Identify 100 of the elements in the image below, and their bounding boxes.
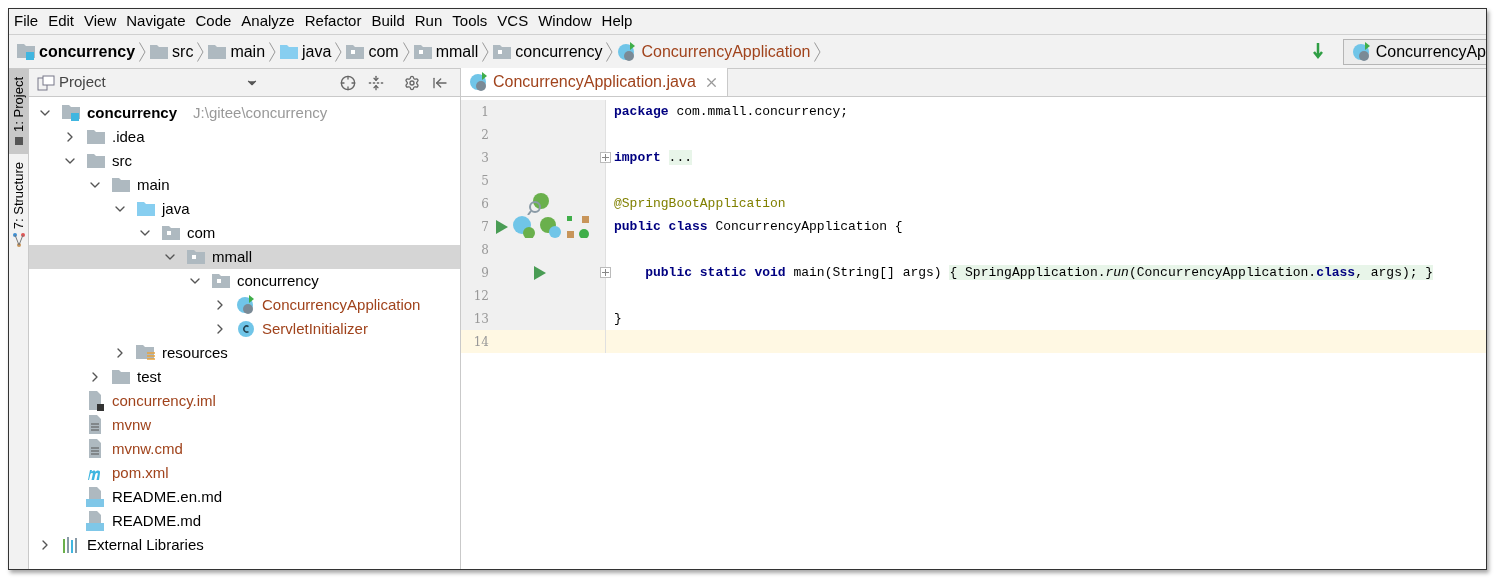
tree-item[interactable]: concurrency J:\gitee\concurrency: [29, 101, 460, 125]
class-icon: [237, 320, 255, 338]
tree-item[interactable]: java: [29, 197, 460, 221]
tree-item[interactable]: com: [29, 221, 460, 245]
folder-icon: [87, 130, 105, 144]
tool-window-tab[interactable]: 1: Project: [9, 69, 28, 154]
menu-item[interactable]: Run: [409, 10, 448, 33]
expand-fold-icon[interactable]: [600, 267, 611, 278]
menu-item[interactable]: Help: [596, 10, 638, 33]
tree-item-label: src: [112, 150, 132, 171]
module-folder-icon: [17, 43, 35, 60]
folder-icon: [112, 370, 130, 384]
tree-item[interactable]: concurrency: [29, 269, 460, 293]
menu-item[interactable]: Navigate: [121, 10, 191, 33]
tree-item-label: ServletInitializer: [262, 318, 368, 339]
menu-item[interactable]: VCS: [492, 10, 534, 33]
tree-item[interactable]: ServletInitializer: [29, 317, 460, 341]
tree-item-label: concurrency: [237, 270, 319, 291]
folder-icon: [208, 44, 227, 59]
line-number: 8: [480, 241, 489, 259]
tree-item[interactable]: README.en.md: [29, 485, 460, 509]
tree-item[interactable]: mmall: [29, 245, 460, 269]
line-number: 12: [472, 287, 489, 305]
structure-icon: [12, 233, 25, 248]
collapse-all-icon[interactable]: [368, 74, 384, 91]
line-number: 5: [480, 172, 489, 190]
breadcrumb-item[interactable]: main: [204, 39, 270, 64]
tree-item[interactable]: main: [29, 173, 460, 197]
folder-icon: [112, 178, 130, 192]
tree-item-label: README.en.md: [112, 486, 223, 507]
module-folder-icon: [62, 105, 80, 121]
menu-item[interactable]: Refactor: [299, 10, 367, 33]
module-file-icon: [87, 391, 105, 411]
tree-item[interactable]: resources: [29, 341, 460, 365]
tree-item[interactable]: mvnw: [29, 413, 460, 437]
breadcrumb-item[interactable]: concurrency: [13, 39, 140, 64]
breadcrumb-separator-icon: [482, 41, 490, 62]
line-number: 2: [480, 126, 489, 144]
code-line: public static void main(String[] args) { SpringApplication.run(ConcurrencyApplication.class, args); }: [644, 263, 1434, 282]
tree-item-label: mvnw: [112, 414, 152, 435]
menu-item[interactable]: Build: [366, 10, 410, 33]
code-line: import ...: [614, 148, 692, 167]
tree-item-label: resources: [162, 342, 228, 363]
tree-item-label: ConcurrencyApplication: [262, 294, 421, 315]
menu-item[interactable]: Window: [533, 10, 597, 33]
locate-icon[interactable]: [340, 74, 356, 91]
spring-class-icon: [1351, 41, 1372, 62]
project-view-icon: [37, 74, 55, 91]
tree-item-label: main: [137, 174, 170, 195]
folder-icon: [87, 154, 105, 168]
line-number: 1: [480, 103, 489, 121]
tree-item[interactable]: ConcurrencyApplication: [29, 293, 460, 317]
code-line: @SpringBootApplication: [614, 194, 786, 213]
breadcrumb-item[interactable]: com: [342, 39, 403, 64]
breadcrumb-separator-icon: [814, 41, 822, 62]
menu-item[interactable]: Code: [190, 10, 237, 33]
tree-item[interactable]: .idea: [29, 125, 460, 149]
breadcrumb-separator-icon: [335, 41, 343, 62]
menu-item[interactable]: Tools: [447, 10, 493, 33]
folder-icon: [150, 44, 169, 59]
package-folder-icon: [162, 226, 180, 240]
settings-icon[interactable]: [404, 74, 420, 91]
run-icon[interactable]: [495, 218, 509, 235]
line-number: 3: [480, 149, 489, 167]
run-icon[interactable]: [533, 264, 547, 281]
breadcrumb-separator-icon: [269, 41, 277, 62]
run-configuration-dropdown[interactable]: ConcurrencyAp: [1342, 38, 1486, 65]
tree-item-label: mvnw.cmd: [112, 438, 183, 459]
code-line: package com.mmall.concurrency;: [614, 102, 849, 121]
tree-item-label: pom.xml: [112, 462, 169, 483]
expand-fold-icon[interactable]: [600, 152, 611, 163]
tree-item[interactable]: External Libraries: [29, 533, 460, 557]
menu-item[interactable]: View: [79, 10, 122, 33]
spring-bean-search-icon[interactable]: [527, 191, 551, 216]
markdown-file-icon: [86, 511, 106, 531]
tree-item-label: com: [187, 222, 216, 243]
breadcrumb-item[interactable]: mmall: [409, 39, 483, 64]
menu-item[interactable]: Analyze: [236, 10, 300, 33]
tool-window-tab[interactable]: 7: Structure: [9, 153, 28, 256]
tree-item[interactable]: src: [29, 149, 460, 173]
tree-item[interactable]: mvnw.cmd: [29, 437, 460, 461]
tree-item[interactable]: pom.xml: [29, 461, 460, 485]
package-folder-icon: [212, 274, 230, 288]
breadcrumb-separator-icon: [606, 41, 614, 62]
tree-item[interactable]: concurrency.iml: [29, 389, 460, 413]
tree-item[interactable]: README.md: [29, 509, 460, 533]
breadcrumb-separator-icon: [197, 41, 205, 62]
tree-item-label: concurrency.iml: [112, 390, 216, 411]
breadcrumb-item[interactable]: concurrency: [489, 39, 607, 64]
breadcrumb-item[interactable]: src: [146, 39, 198, 64]
breadcrumb-item[interactable]: ConcurrencyApplication: [613, 39, 815, 64]
menu-item[interactable]: Edit: [43, 10, 80, 33]
breadcrumb-separator-icon: [402, 41, 410, 62]
resources-folder-icon: [136, 345, 156, 361]
tree-item-label: .idea: [112, 126, 145, 147]
line-number: 14: [472, 333, 489, 351]
breadcrumb-item[interactable]: java: [276, 39, 336, 64]
editor-tab[interactable]: ConcurrencyApplication.java: [461, 68, 728, 96]
menu-item[interactable]: File: [9, 10, 44, 33]
tree-item[interactable]: test: [29, 365, 460, 389]
